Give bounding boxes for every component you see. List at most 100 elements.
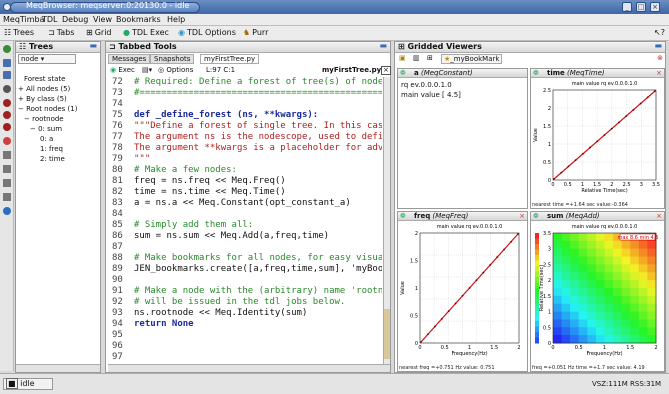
viewer-close-icon[interactable]: × <box>656 212 662 220</box>
close-icon[interactable]: × <box>650 2 660 12</box>
tree-item-rootnode[interactable]: − rootnode <box>24 115 64 123</box>
tree-item-sum[interactable]: − 0: sum <box>30 125 62 133</box>
sum-plot[interactable]: main value rq ev.0.0.0.1.0 max 8.6 min 4.… <box>531 221 664 363</box>
viewer-close-icon[interactable]: × <box>656 69 662 77</box>
panel-minimize-icon[interactable]: ▬ <box>89 41 97 50</box>
code-editor[interactable]: 72 # Required: Define a forest of tree(s)… <box>108 77 382 365</box>
tree-item-freq[interactable]: 1: freq <box>40 145 63 153</box>
stop-icon[interactable] <box>3 85 11 93</box>
down-icon[interactable] <box>3 193 11 201</box>
bug-icon[interactable] <box>3 99 11 107</box>
panel-minimize-icon[interactable]: ▬ <box>379 41 387 50</box>
heatmap-cell <box>647 264 657 273</box>
colorbar-cell <box>535 337 539 344</box>
menu-meqtimba[interactable]: MeqTimba <box>3 15 45 24</box>
close-tab-icon[interactable]: ⊗ <box>657 54 663 62</box>
editor-hscrollbar[interactable] <box>108 364 390 372</box>
heatmap-cell <box>595 256 605 265</box>
menu-tdl[interactable]: TDL <box>42 15 58 24</box>
y-tick-label: 2 <box>548 278 551 284</box>
tdl-options-button[interactable]: ◉ TDL Options <box>178 28 236 37</box>
tree-item-a[interactable]: 0: a <box>40 135 53 143</box>
bug3-icon[interactable] <box>3 123 11 131</box>
trees-icon: ☷ <box>19 42 29 51</box>
no-entry-icon[interactable] <box>3 137 11 145</box>
tab-messages[interactable]: Messages <box>108 54 151 64</box>
heatmap-cell <box>604 256 614 265</box>
tab-snapshots[interactable]: Snapshots <box>150 54 195 64</box>
heatmap-cell <box>647 280 657 289</box>
bug2-icon[interactable] <box>3 111 11 119</box>
play-icon[interactable] <box>3 165 11 173</box>
layout-icon[interactable]: ▥ <box>413 54 420 62</box>
heatmap-cell <box>578 335 588 344</box>
tree-item-all-nodes[interactable]: + All nodes (5) <box>18 85 70 93</box>
purr-button[interactable]: ♞ Purr <box>243 28 268 37</box>
viewer-close-icon[interactable]: × <box>519 212 525 220</box>
heatmap-cell <box>630 248 640 258</box>
folder-icon[interactable]: ▣ <box>399 54 406 62</box>
cursor-position: L:97 C:1 <box>206 66 236 74</box>
freq-plot[interactable]: main value rq ev.0.0.0.1.000.511.520 0.5 1… <box>398 221 527 363</box>
tree-item-forest-state[interactable]: Forest state <box>24 75 65 83</box>
tabs-button[interactable]: ⊐ Tabs <box>48 28 74 37</box>
heatmap-cell <box>570 327 580 336</box>
heatmap-cell <box>595 288 605 297</box>
panel2-icon[interactable] <box>3 71 11 79</box>
plot-badge: max 8.6 min 4.5 <box>618 235 659 241</box>
tree-item-root-nodes[interactable]: − Root nodes (1) <box>18 105 77 113</box>
data-point <box>496 256 499 259</box>
heatmap-cell <box>595 272 605 281</box>
heatmap-cell <box>613 272 623 281</box>
trees-button[interactable]: ☷ Trees <box>4 28 34 37</box>
save-icon[interactable]: ▤▾ <box>142 66 152 74</box>
tabbed-tools-header: ⊐ Tabbed Tools ▬ <box>106 41 390 53</box>
line-number: 72 <box>112 77 123 87</box>
pause-icon[interactable] <box>3 151 11 159</box>
data-point <box>427 333 429 336</box>
time-plot[interactable]: main value rq ev.0.0.0.1.000.511.522.50 0… <box>531 78 664 200</box>
menu-debug[interactable]: Debug <box>62 15 88 24</box>
grid-button[interactable]: ⊞ Grid <box>86 28 112 37</box>
tab-mybookmark[interactable]: ★_myBookMark <box>441 54 503 64</box>
heatmap-cell <box>578 295 588 305</box>
viewer-icon: ❁ <box>400 212 406 220</box>
menu-help[interactable]: Help <box>167 15 185 24</box>
line-number: 91 <box>112 286 123 296</box>
trees-hscrollbar[interactable] <box>16 364 100 372</box>
tree-item-time[interactable]: 2: time <box>40 155 65 163</box>
whats-this-icon[interactable]: ↖? <box>654 28 665 37</box>
tdl-exec-button[interactable]: ● TDL Exec <box>123 28 169 37</box>
tab-myfirsttree[interactable]: myFirstTree.py <box>200 54 260 64</box>
heatmap-cell <box>553 295 563 305</box>
y-tick-label: 3 <box>548 247 551 253</box>
panel-icon[interactable] <box>3 59 11 67</box>
menu-bookmarks[interactable]: Bookmarks <box>116 15 161 24</box>
heatmap-cell <box>630 280 640 289</box>
grid-layout-icon[interactable]: ⊞ <box>427 54 433 62</box>
code-line: The argument **kwargs is a placeholder f… <box>134 143 382 153</box>
minimize-icon[interactable]: _ <box>622 2 632 12</box>
menu-view[interactable]: View <box>93 15 112 24</box>
heatmap-cell <box>578 264 588 273</box>
connect-icon[interactable] <box>3 45 11 53</box>
step-icon[interactable] <box>3 179 11 187</box>
editor-vscrollbar[interactable] <box>383 77 390 365</box>
data-point <box>567 165 570 168</box>
panel-minimize-icon[interactable]: ▬ <box>654 41 662 50</box>
window-menu-icon[interactable] <box>3 3 11 11</box>
heatmap-cell <box>578 248 588 258</box>
heatmap-cell <box>638 272 648 281</box>
scroll-thumb[interactable] <box>384 309 390 359</box>
editor-close-icon[interactable]: × <box>381 66 391 75</box>
grid-icon: ⊞ <box>398 42 408 51</box>
tree-selector[interactable]: node ▾ <box>18 54 76 64</box>
tabs-icon: ⊐ <box>48 28 55 37</box>
info-icon[interactable] <box>3 207 11 215</box>
maximize-icon[interactable]: □ <box>636 2 646 12</box>
heatmap-cell <box>647 311 657 320</box>
options-button[interactable]: ◎ Options <box>158 66 193 74</box>
exec-button[interactable]: ◉ Exec <box>110 66 135 74</box>
tree-item-by-class[interactable]: + By class (5) <box>18 95 67 103</box>
code-line: # will be issued in the tdl jobs below. <box>134 297 346 307</box>
